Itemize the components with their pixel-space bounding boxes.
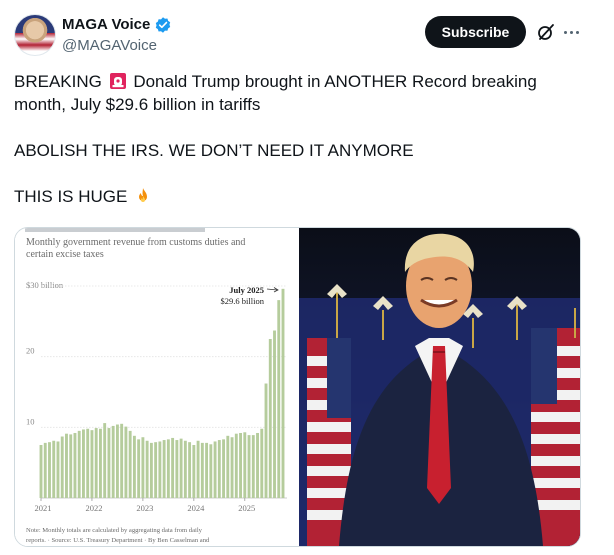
chart-bar	[48, 442, 51, 498]
text-spacer-2	[14, 162, 594, 185]
chart-bar	[260, 428, 264, 498]
more-icon[interactable]	[561, 22, 581, 42]
chart-bar	[243, 432, 247, 498]
chart-bar	[94, 428, 98, 498]
photo-image[interactable]	[299, 228, 580, 546]
chart-bar	[43, 442, 47, 498]
annotation-value: $29.6 billion	[221, 296, 265, 306]
chart-bar	[268, 339, 272, 498]
chart-bar	[200, 442, 204, 498]
chart-bar	[69, 434, 73, 498]
chart-bar	[111, 425, 115, 498]
avatar[interactable]	[14, 14, 56, 56]
chart-bar	[192, 445, 196, 498]
chart-bar	[107, 428, 111, 498]
x-tick-label: 2024	[187, 503, 205, 513]
y-label-top: $30 billion	[26, 280, 64, 290]
chart-bar	[251, 435, 255, 498]
chart-bar	[264, 383, 268, 498]
text-line-2: month, July $29.6 billion in tariffs	[14, 95, 261, 114]
y-tick-label: 10	[26, 416, 35, 426]
text-huge: THIS IS HUGE	[14, 187, 128, 206]
media-attachment[interactable]: Monthly government revenue from customs …	[14, 227, 581, 547]
handle[interactable]: @MAGAVoice	[62, 37, 157, 54]
chart-bar	[56, 441, 60, 498]
display-name[interactable]: MAGA Voice	[62, 16, 150, 34]
text-line-1: BREAKING Donald Trump brought in ANOTHER…	[14, 70, 594, 93]
chart-image[interactable]: Monthly government revenue from customs …	[15, 228, 298, 546]
tweet-card: MAGA Voice @MAGAVoice Subscribe BREAKING…	[0, 0, 614, 555]
x-tick-label: 2022	[85, 503, 102, 513]
chart-bar	[188, 442, 192, 498]
chart-bar	[103, 423, 107, 498]
chart-bar	[226, 435, 230, 498]
chart-bar	[196, 440, 200, 498]
name-row: MAGA Voice	[62, 16, 172, 34]
chart-bar	[77, 430, 81, 498]
text-line-3: ABOLISH THE IRS. WE DON’T NEED IT ANYMOR…	[14, 141, 414, 160]
y-tick-label: 20	[26, 346, 35, 356]
chart-bar	[239, 432, 242, 498]
chart-bar	[115, 424, 119, 498]
chart-bar	[145, 440, 149, 498]
verified-badge-icon	[156, 17, 171, 33]
chart-bar	[256, 432, 259, 498]
fire-emoji-icon	[139, 188, 148, 202]
siren-emoji-icon	[109, 73, 126, 89]
chart-bar	[137, 439, 141, 498]
chart-bar	[217, 440, 221, 498]
text-breaking: BREAKING	[14, 72, 102, 91]
cropped-title-strip	[25, 228, 205, 232]
chart-bar	[209, 444, 213, 498]
chart-bar	[154, 442, 158, 498]
subscribe-button[interactable]: Subscribe	[425, 16, 526, 48]
tweet-text: BREAKING Donald Trump brought in ANOTHER…	[14, 70, 594, 208]
chart-bar	[166, 439, 170, 498]
chart-bar	[39, 445, 43, 498]
chart-bar	[132, 435, 136, 498]
chart-bar	[86, 428, 90, 498]
chart-bar	[234, 433, 238, 498]
chart-bar	[65, 433, 68, 498]
x-tick-label: 2023	[136, 503, 153, 513]
annotation-label: July 2025	[229, 285, 264, 295]
text-spacer-1	[14, 116, 594, 139]
chart-bar	[124, 426, 128, 498]
bar-chart: Monthly government revenue from customs …	[15, 228, 298, 546]
chart-bar	[222, 439, 226, 498]
chart-bar	[183, 440, 187, 498]
chart-bar	[158, 441, 162, 498]
chart-bar	[149, 442, 153, 498]
chart-bar	[277, 300, 281, 498]
chart-bar	[205, 442, 209, 498]
chart-bar	[162, 440, 166, 498]
chart-bar	[120, 423, 124, 498]
photo-illustration	[299, 228, 580, 546]
chart-subtitle-line-2: certain excise taxes	[26, 249, 104, 260]
chart-bar	[128, 430, 132, 498]
chart-bar	[247, 435, 251, 498]
grok-icon[interactable]	[536, 22, 556, 42]
chart-bar	[171, 437, 175, 498]
text-line-1-rest: Donald Trump brought in ANOTHER Record b…	[133, 72, 537, 91]
chart-bar	[82, 429, 85, 498]
x-tick-label: 2025	[238, 503, 255, 513]
chart-bar	[99, 428, 102, 498]
chart-bar	[141, 437, 145, 498]
chart-bar	[175, 440, 179, 498]
x-tick-label: 2021	[35, 503, 52, 513]
chart-bar	[73, 432, 77, 498]
chart-bar	[90, 430, 94, 498]
text-line-4: THIS IS HUGE	[14, 185, 594, 208]
chart-bar	[52, 440, 56, 498]
chart-bar	[60, 436, 64, 498]
chart-note-line-2: reports. · Source: U.S. Treasury Departm…	[26, 537, 210, 544]
chart-bar	[281, 288, 285, 498]
chart-bar	[230, 437, 234, 498]
chart-bar	[273, 330, 276, 498]
chart-bar	[213, 441, 217, 498]
chart-note-line-1: Note: Monthly totals are calculated by a…	[26, 527, 203, 534]
chart-bar	[179, 438, 183, 498]
chart-subtitle-line-1: Monthly government revenue from customs …	[26, 237, 245, 248]
